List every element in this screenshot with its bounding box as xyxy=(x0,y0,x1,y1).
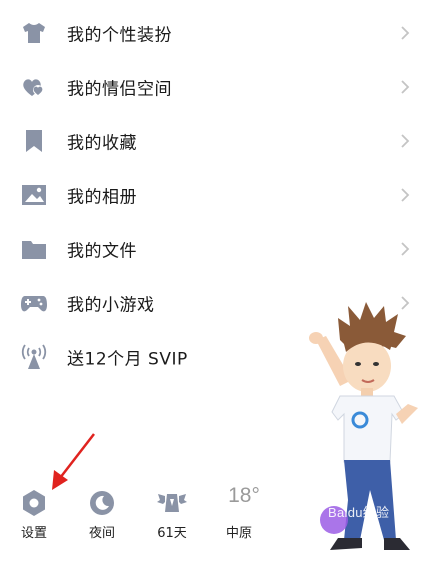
menu-item-album[interactable]: 我的相册 xyxy=(0,168,432,222)
menu-item-label: 我的个性装扮 xyxy=(67,25,172,46)
shirt-icon xyxy=(20,19,48,47)
chevron-right-icon xyxy=(401,134,410,148)
settings-button[interactable]: 设置 xyxy=(4,478,64,548)
bottom-toolbar: 设置 夜间 61天 18° 中原 xyxy=(0,478,432,564)
chevron-right-icon xyxy=(401,188,410,202)
gamepad-icon xyxy=(20,289,48,317)
menu-item-couple-space[interactable]: 我的情侣空间 xyxy=(0,60,432,114)
settings-icon xyxy=(19,488,49,518)
chevron-right-icon xyxy=(401,80,410,94)
chevron-right-icon xyxy=(401,242,410,256)
temperature-value: 18° xyxy=(228,484,260,507)
menu-item-label: 我的相册 xyxy=(67,187,137,208)
moon-icon xyxy=(87,488,117,518)
checkin-days-button[interactable]: 61天 xyxy=(142,478,202,548)
chevron-right-icon xyxy=(401,26,410,40)
city-label: 中原 xyxy=(225,526,252,541)
winged-badge-icon xyxy=(157,488,187,518)
folder-icon xyxy=(20,235,48,263)
night-label: 夜间 xyxy=(88,526,115,541)
menu-item-label: 我的情侣空间 xyxy=(67,79,172,100)
night-mode-button[interactable]: 夜间 xyxy=(72,478,132,548)
menu-item-files[interactable]: 我的文件 xyxy=(0,222,432,276)
menu-item-label: 我的文件 xyxy=(67,241,137,262)
hearts-icon xyxy=(20,73,48,101)
settings-label: 设置 xyxy=(20,526,47,541)
menu-item-label: 我的收藏 xyxy=(67,133,137,154)
menu-item-personal-dressup[interactable]: 我的个性装扮 xyxy=(0,6,432,60)
menu-item-label: 我的小游戏 xyxy=(67,295,155,316)
photo-icon xyxy=(20,181,48,209)
checkin-days-label: 61天 xyxy=(157,526,187,541)
broadcast-icon xyxy=(20,343,48,371)
bookmark-icon xyxy=(20,127,48,155)
menu-item-label: 送12个月 SVIP xyxy=(67,349,188,370)
menu-item-favorites[interactable]: 我的收藏 xyxy=(0,114,432,168)
